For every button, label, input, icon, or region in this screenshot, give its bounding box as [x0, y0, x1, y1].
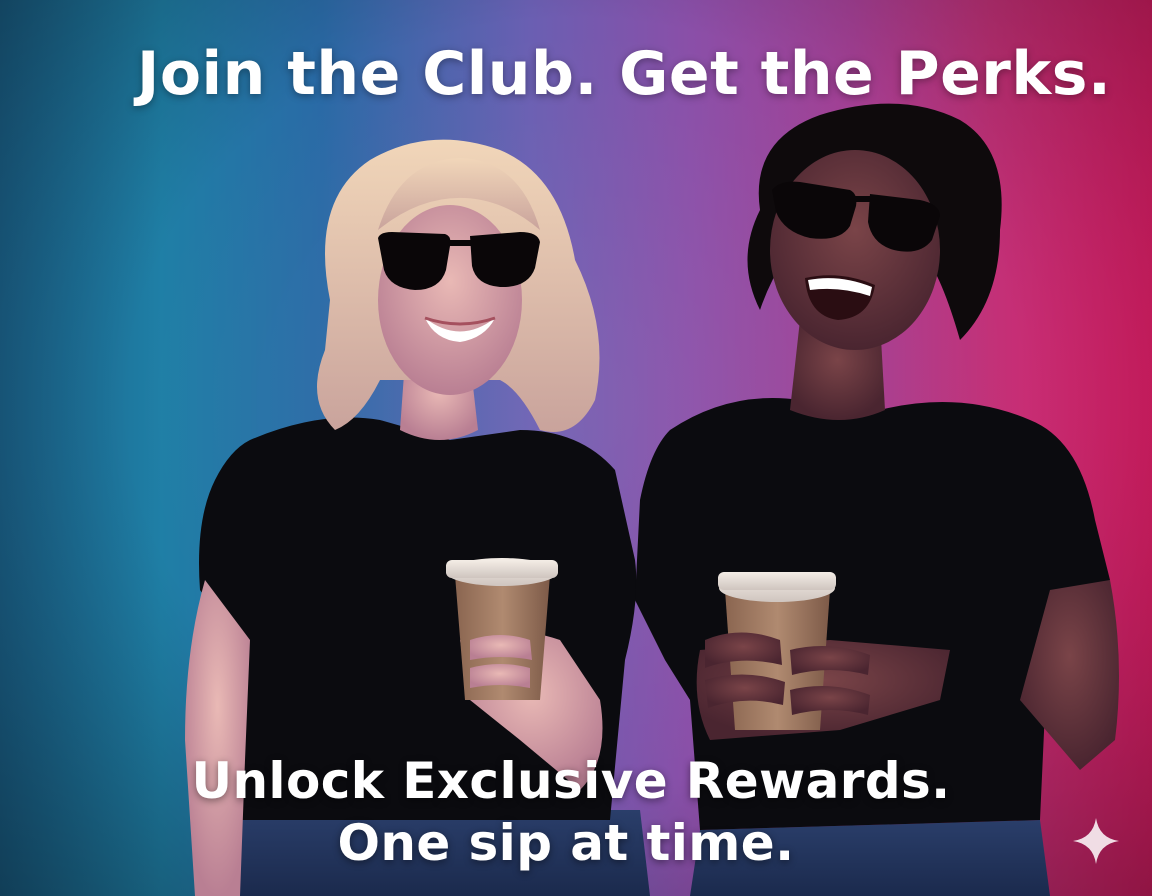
tagline: Unlock Exclusive Rewards. One sip at tim…: [0, 750, 1152, 874]
promo-banner: Join the Club. Get the Perks. Unlock Exc…: [0, 0, 1152, 896]
tagline-line-1: Unlock Exclusive Rewards.: [191, 752, 951, 810]
headline: Join the Club. Get the Perks.: [137, 39, 1112, 109]
sparkle-icon: [1073, 818, 1119, 864]
tagline-line-2: One sip at time.: [337, 814, 795, 872]
